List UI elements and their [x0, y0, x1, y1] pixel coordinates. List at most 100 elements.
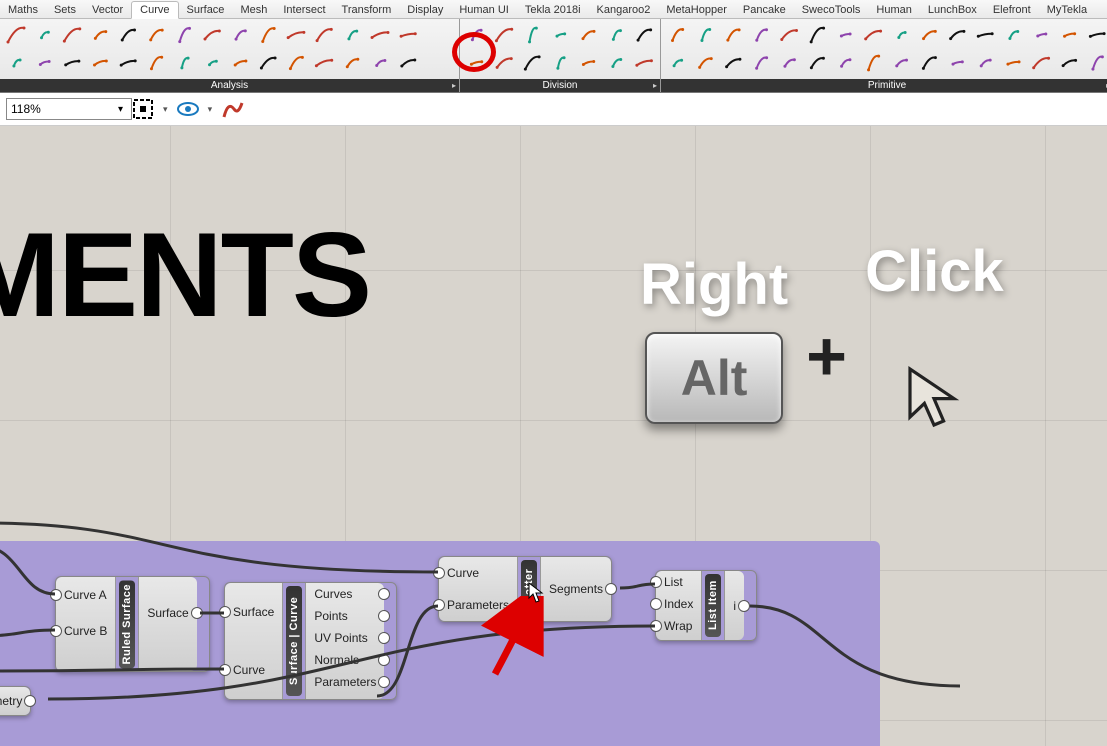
- tool-icon[interactable]: [804, 22, 830, 48]
- tool-icon[interactable]: [888, 50, 914, 76]
- tool-icon[interactable]: [1028, 22, 1054, 48]
- tool-icon[interactable]: [255, 22, 281, 48]
- port-parameters[interactable]: Parameters: [306, 671, 384, 693]
- zoom-input[interactable]: [6, 98, 132, 120]
- tool-icon[interactable]: [395, 50, 421, 76]
- sketch-icon[interactable]: [220, 97, 244, 121]
- tool-icon[interactable]: [227, 22, 253, 48]
- menu-tab-vector[interactable]: Vector: [84, 2, 131, 18]
- tool-icon[interactable]: [972, 22, 998, 48]
- tool-icon[interactable]: [339, 50, 365, 76]
- port-curve[interactable]: Curve: [439, 557, 517, 589]
- menu-tab-lunchbox[interactable]: LunchBox: [920, 2, 985, 18]
- port-surface[interactable]: Surface: [225, 583, 282, 641]
- component-surface-curve[interactable]: Surface Curve Surface | Curve Curves Poi…: [224, 582, 397, 700]
- tool-icon[interactable]: [171, 22, 197, 48]
- tool-icon[interactable]: [944, 50, 970, 76]
- port-wrap[interactable]: Wrap: [656, 615, 701, 637]
- tool-icon[interactable]: [87, 50, 113, 76]
- menu-tab-surface[interactable]: Surface: [179, 2, 233, 18]
- tool-icon[interactable]: [972, 50, 998, 76]
- menu-tab-mesh[interactable]: Mesh: [232, 2, 275, 18]
- tool-icon[interactable]: [199, 50, 225, 76]
- tool-icon[interactable]: [547, 50, 573, 76]
- tool-icon[interactable]: [916, 22, 942, 48]
- tool-icon[interactable]: [832, 22, 858, 48]
- tool-icon[interactable]: [367, 50, 393, 76]
- component-list-item[interactable]: List Index Wrap List Item i: [655, 570, 757, 641]
- menu-tab-kangaroo[interactable]: Kangaroo2: [589, 2, 659, 18]
- tool-icon[interactable]: [776, 22, 802, 48]
- tool-icon[interactable]: [143, 50, 169, 76]
- tool-icon[interactable]: [463, 22, 489, 48]
- tool-icon[interactable]: [631, 22, 657, 48]
- menu-tab-maths[interactable]: Maths: [0, 2, 46, 18]
- tool-icon[interactable]: [227, 50, 253, 76]
- tool-icon[interactable]: [692, 50, 718, 76]
- tool-icon[interactable]: [283, 50, 309, 76]
- port-list[interactable]: List: [656, 571, 701, 593]
- tool-icon[interactable]: [603, 50, 629, 76]
- tool-icon[interactable]: [916, 50, 942, 76]
- port-curve-b[interactable]: Curve B: [56, 613, 115, 649]
- tool-icon[interactable]: [1084, 22, 1107, 48]
- port-segments[interactable]: Segments: [541, 557, 611, 621]
- tool-icon[interactable]: [575, 50, 601, 76]
- tool-icon[interactable]: [832, 50, 858, 76]
- menu-tab-transform[interactable]: Transform: [334, 2, 400, 18]
- tool-icon[interactable]: [860, 22, 886, 48]
- tool-icon[interactable]: [748, 22, 774, 48]
- menu-tab-pancake[interactable]: Pancake: [735, 2, 794, 18]
- menu-tab-human[interactable]: Human: [868, 2, 919, 18]
- tool-icon[interactable]: [367, 22, 393, 48]
- port-curve[interactable]: Curve: [225, 641, 282, 699]
- tool-icon[interactable]: [395, 22, 421, 48]
- tool-icon[interactable]: [59, 22, 85, 48]
- menu-tab-elefront[interactable]: Elefront: [985, 2, 1039, 18]
- tool-icon[interactable]: [491, 50, 517, 76]
- visibility-icon[interactable]: [176, 97, 200, 121]
- port-geometry[interactable]: eometry: [0, 687, 30, 715]
- canvas[interactable]: MENTS Right Alt + Click Curve A Curve B …: [0, 126, 1107, 746]
- port-uvpoints[interactable]: UV Points: [306, 627, 384, 649]
- tool-icon[interactable]: [519, 50, 545, 76]
- tool-icon[interactable]: [664, 22, 690, 48]
- tool-icon[interactable]: [463, 50, 489, 76]
- port-normals[interactable]: Normals: [306, 649, 384, 671]
- zoom-extents-icon[interactable]: [131, 97, 155, 121]
- tool-icon[interactable]: [339, 22, 365, 48]
- tool-icon[interactable]: [199, 22, 225, 48]
- tool-icon[interactable]: [1056, 22, 1082, 48]
- tool-icon[interactable]: [720, 50, 746, 76]
- port-surface[interactable]: Surface: [139, 577, 196, 649]
- dropdown-icon[interactable]: ▸: [452, 81, 456, 90]
- port-points[interactable]: Points: [306, 605, 384, 627]
- menu-tab-tekla[interactable]: Tekla 2018i: [517, 2, 589, 18]
- tool-icon[interactable]: [860, 50, 886, 76]
- tool-icon[interactable]: [31, 50, 57, 76]
- tool-icon[interactable]: [59, 50, 85, 76]
- zoom-dropdown-icon[interactable]: ▾: [118, 104, 123, 115]
- component-geometry[interactable]: eometry: [0, 686, 31, 716]
- tool-icon[interactable]: [115, 50, 141, 76]
- tool-icon[interactable]: [692, 22, 718, 48]
- menu-tab-curve[interactable]: Curve: [131, 1, 178, 19]
- port-curve-a[interactable]: Curve A: [56, 577, 115, 613]
- port-curves[interactable]: Curves: [306, 583, 384, 605]
- menu-tab-display[interactable]: Display: [399, 2, 451, 18]
- tool-icon[interactable]: [115, 22, 141, 48]
- menu-tab-humanui[interactable]: Human UI: [451, 2, 517, 18]
- dropdown-icon[interactable]: ▸: [653, 81, 657, 90]
- tool-icon[interactable]: [664, 50, 690, 76]
- tool-icon[interactable]: [575, 22, 601, 48]
- tool-icon[interactable]: [1000, 22, 1026, 48]
- tool-icon[interactable]: [1084, 50, 1107, 76]
- tool-icon[interactable]: [143, 22, 169, 48]
- tool-icon[interactable]: [631, 50, 657, 76]
- menu-tab-swecotools[interactable]: SwecoTools: [794, 2, 869, 18]
- dropdown-icon[interactable]: ▾: [208, 104, 213, 115]
- tool-icon[interactable]: [804, 50, 830, 76]
- tool-icon[interactable]: [171, 50, 197, 76]
- tool-icon[interactable]: [603, 22, 629, 48]
- tool-icon[interactable]: [776, 50, 802, 76]
